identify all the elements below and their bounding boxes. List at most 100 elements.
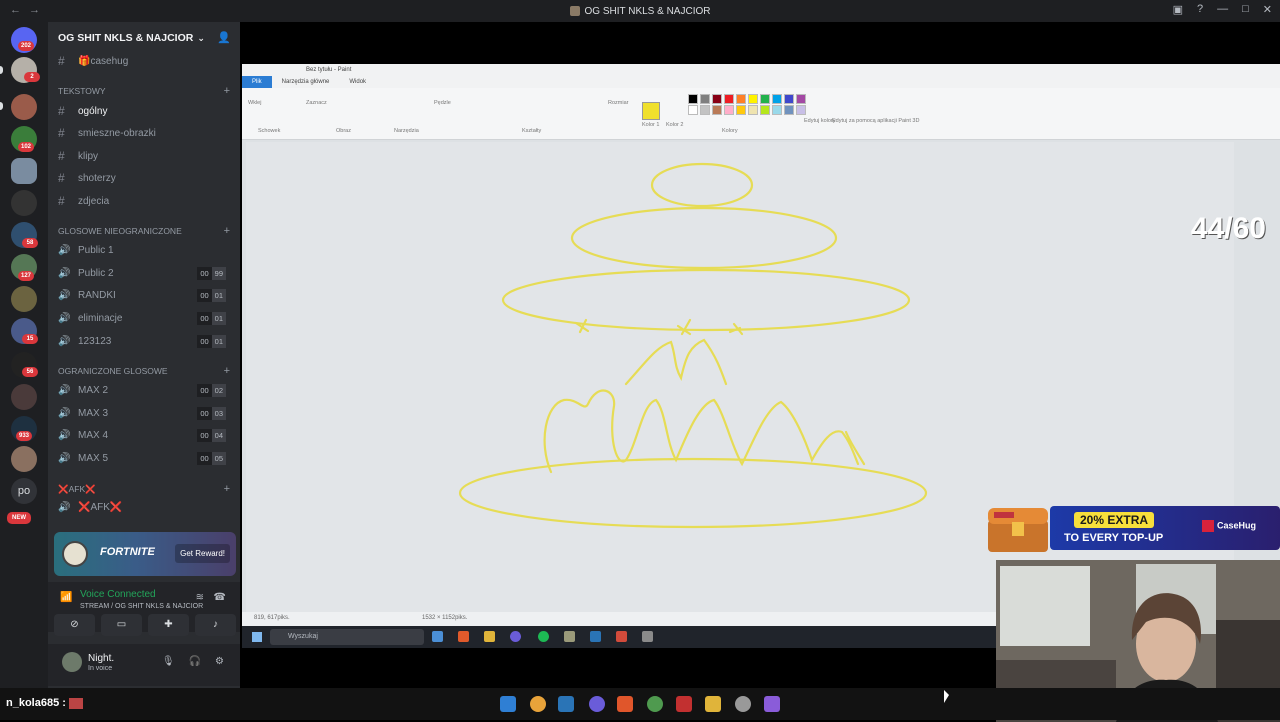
disconnect-icon[interactable]: ☎: [214, 592, 226, 603]
color-swatch[interactable]: [724, 105, 734, 115]
discord-icon[interactable]: [510, 631, 521, 642]
category-glosowe-nieograniczone[interactable]: GLOSOWE NIEOGRANICZONE +: [58, 224, 234, 238]
server-icon[interactable]: [11, 94, 37, 120]
app-icon[interactable]: [616, 631, 627, 642]
windows-start-icon[interactable]: [500, 696, 516, 712]
voice-channel-max-2[interactable]: 🔊 MAX 2 00 02: [58, 380, 234, 400]
voice-channel-randki[interactable]: 🔊 RANDKI 00 01: [58, 285, 234, 305]
color-swatch[interactable]: [712, 94, 722, 104]
voice-channel-max-4[interactable]: 🔊 MAX 4 00 04: [58, 425, 234, 445]
get-reward-button[interactable]: Get Reward!: [175, 544, 230, 563]
steam-icon[interactable]: [558, 696, 574, 712]
category-afk[interactable]: ❌AFK❌ +: [58, 482, 234, 496]
lightning-icon[interactable]: [705, 696, 721, 712]
windows-start-icon[interactable]: [252, 632, 262, 642]
add-channel-icon[interactable]: +: [224, 85, 230, 97]
color-swatch[interactable]: [688, 94, 698, 104]
channel-smieszne-obrazki[interactable]: # smieszne-obrazki: [58, 123, 234, 143]
screen-share-button[interactable]: ▭: [101, 614, 142, 636]
channel-casehug[interactable]: # 🎁 casehug: [58, 51, 234, 71]
category-ograniczone-glosowe[interactable]: OGRANICZONE GLOSOWE +: [58, 364, 234, 378]
color-swatch[interactable]: [748, 94, 758, 104]
activities-button[interactable]: ✚: [148, 614, 189, 636]
minimize-button[interactable]: —: [1217, 3, 1228, 16]
color-swatch[interactable]: [772, 105, 782, 115]
search-input[interactable]: Wyszukaj: [270, 629, 424, 645]
server-icon[interactable]: [11, 384, 37, 410]
server-icon[interactable]: [11, 286, 37, 312]
browser-icon[interactable]: [458, 631, 469, 642]
color-swatch[interactable]: [724, 94, 734, 104]
color-swatch[interactable]: [700, 94, 710, 104]
channel-shoterzy[interactable]: # shoterzy: [58, 168, 234, 188]
brushes-button[interactable]: Pędzle: [434, 100, 451, 106]
voice-channel-public-2[interactable]: 🔊 Public 2 00 99: [58, 263, 234, 283]
voice-channel-123123[interactable]: 🔊 123123 00 01: [58, 331, 234, 351]
close-button[interactable]: ✕: [1263, 3, 1272, 16]
signal-icon[interactable]: 📶: [60, 592, 72, 603]
steam-icon[interactable]: [590, 631, 601, 642]
select-button[interactable]: Zaznacz: [306, 100, 327, 106]
headphones-icon[interactable]: 🎧: [189, 656, 201, 667]
inbox-icon[interactable]: ▣: [1173, 3, 1183, 16]
tab-plik[interactable]: Plik: [242, 76, 272, 88]
voice-channel-max-5[interactable]: 🔊 MAX 5 00 05: [58, 448, 234, 468]
ea-icon[interactable]: [617, 696, 633, 712]
back-forward-nav[interactable]: ←→: [10, 4, 48, 16]
channel-ogolny[interactable]: # ogólny: [58, 101, 234, 121]
color-swatch[interactable]: [712, 105, 722, 115]
paste-button[interactable]: Wklej: [248, 100, 261, 106]
add-member-icon[interactable]: 👤: [217, 31, 231, 44]
tab-narzedzia-glowne[interactable]: Narzędzia główne: [272, 76, 340, 88]
folder-icon[interactable]: [484, 631, 495, 642]
server-icon[interactable]: [11, 158, 37, 184]
color-swatch[interactable]: [784, 94, 794, 104]
voice-channel-path[interactable]: STREAM / OG SHIT NKLS & NAJCIOR: [80, 603, 203, 610]
color-swatch[interactable]: [772, 94, 782, 104]
noise-suppression-icon[interactable]: ≋: [196, 592, 204, 603]
add-channel-icon[interactable]: +: [224, 365, 230, 377]
app-icon[interactable]: [735, 696, 751, 712]
voice-channel-afk[interactable]: 🔊 ❌AFK❌: [58, 497, 234, 517]
add-channel-icon[interactable]: +: [224, 483, 230, 495]
app-icon[interactable]: [432, 631, 443, 642]
voice-status[interactable]: Voice Connected: [80, 589, 156, 600]
avatar[interactable]: [62, 652, 82, 672]
color-swatch[interactable]: [784, 105, 794, 115]
app-icon[interactable]: [647, 696, 663, 712]
discord-icon[interactable]: [589, 696, 605, 712]
voice-channel-public-1[interactable]: 🔊 Public 1: [58, 240, 234, 260]
settings-gear-icon[interactable]: ⚙: [215, 656, 224, 667]
spotify-icon[interactable]: [538, 631, 549, 642]
color1-swatch[interactable]: [642, 102, 660, 120]
twitch-icon[interactable]: [764, 696, 780, 712]
color-swatch[interactable]: [736, 94, 746, 104]
tab-widok[interactable]: Widok: [339, 76, 376, 88]
app-icon[interactable]: [564, 631, 575, 642]
color-swatch[interactable]: [760, 105, 770, 115]
paint3d-button[interactable]: Edytuj za pomocą aplikacji Paint 3D: [832, 118, 919, 124]
username[interactable]: Night.: [88, 653, 114, 664]
color-swatch[interactable]: [736, 105, 746, 115]
color-swatch[interactable]: [688, 105, 698, 115]
chrome-icon[interactable]: [530, 696, 546, 712]
channel-zdjecia[interactable]: # zdjecia: [58, 191, 234, 211]
paint-icon[interactable]: [642, 631, 653, 642]
channel-klipy[interactable]: # klipy: [58, 146, 234, 166]
color-swatch[interactable]: [760, 94, 770, 104]
soundboard-button[interactable]: ♪: [195, 614, 236, 636]
help-icon[interactable]: ?: [1197, 3, 1203, 16]
voice-channel-max-3[interactable]: 🔊 MAX 3 00 03: [58, 403, 234, 423]
color-swatch[interactable]: [796, 105, 806, 115]
maximize-button[interactable]: □: [1242, 3, 1249, 16]
category-tekstowy[interactable]: TEKSTOWY +: [58, 84, 234, 98]
color-swatch[interactable]: [796, 94, 806, 104]
camera-off-button[interactable]: ⊘: [54, 614, 95, 636]
color-swatch[interactable]: [700, 105, 710, 115]
add-channel-icon[interactable]: +: [224, 225, 230, 237]
size-button[interactable]: Rozmiar: [608, 100, 628, 106]
app-icon[interactable]: [676, 696, 692, 712]
color-swatch[interactable]: [748, 105, 758, 115]
color-palette[interactable]: [688, 94, 807, 115]
edit-colors-button[interactable]: Edytuj kolory: [804, 118, 836, 124]
